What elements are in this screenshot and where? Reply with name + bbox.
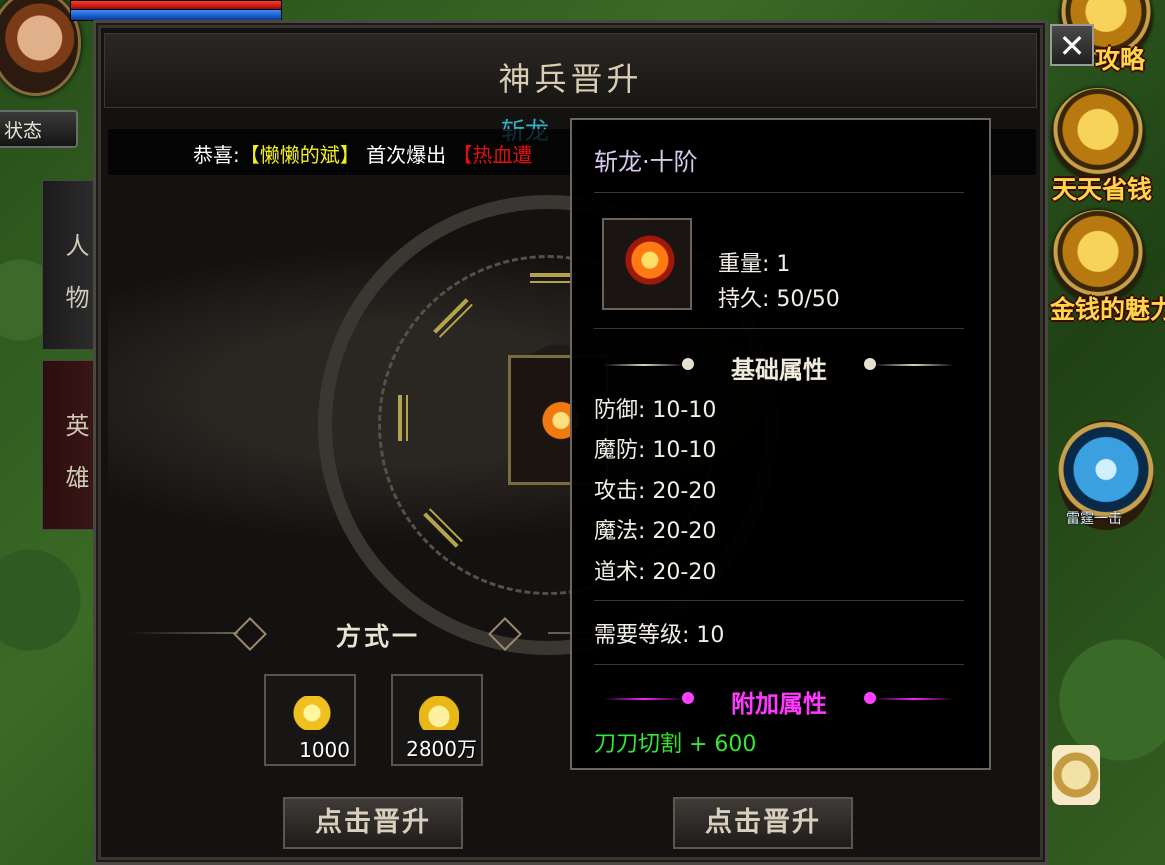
notice-middle: 首次爆出 bbox=[359, 143, 453, 167]
item-tooltip: 斩龙·十阶 重量: 1 持久: 50/50 基础属性 防御: 10-10 魔防:… bbox=[570, 118, 991, 770]
upgrade-button-1[interactable]: 点击晋升 bbox=[283, 797, 463, 849]
base-attributes-label: 基础属性 bbox=[731, 355, 827, 384]
divider bbox=[594, 328, 964, 329]
item-durability: 持久: 50/50 bbox=[718, 287, 840, 312]
cost-quantity: 1000 bbox=[299, 738, 350, 762]
tooltip-item-slot bbox=[602, 218, 692, 310]
divider bbox=[594, 664, 964, 665]
player-avatar[interactable] bbox=[0, 0, 81, 96]
speaker-icon[interactable] bbox=[1052, 745, 1100, 805]
strategy-label[interactable]: 攻略 bbox=[1095, 40, 1145, 76]
extra-stat: 刀刀切割 + 600 bbox=[594, 732, 757, 757]
tab-hero[interactable]: 英雄 bbox=[42, 360, 94, 530]
cost-quantity: 2800万 bbox=[406, 737, 477, 761]
stat-attack: 攻击: 20-20 bbox=[594, 479, 717, 504]
diamond-ornament-icon bbox=[233, 617, 267, 651]
diamond-ornament-icon bbox=[488, 617, 522, 651]
weapon-icon bbox=[618, 234, 676, 292]
stat-magic-defense: 魔防: 10-10 bbox=[594, 438, 717, 463]
extra-attributes-header: 附加属性 bbox=[594, 684, 964, 718]
gold-ingot-icon bbox=[419, 696, 459, 730]
side-tabs: 人物 英雄 bbox=[42, 180, 94, 600]
status-button[interactable]: 状态 bbox=[0, 110, 78, 148]
tooltip-title: 斩龙·十阶 bbox=[594, 148, 698, 176]
stat-defense: 防御: 10-10 bbox=[594, 398, 717, 423]
cost-slot-gold[interactable]: 2800万 bbox=[391, 674, 483, 766]
divider bbox=[128, 632, 238, 634]
panel-title: 神兵晋升 bbox=[498, 60, 643, 98]
close-button[interactable]: ✕ bbox=[1050, 24, 1094, 66]
panel-header: 神兵晋升 bbox=[104, 33, 1037, 108]
skill-label: 雷霆一击 bbox=[1066, 511, 1122, 527]
money-charm-label[interactable]: 金钱的魅力 bbox=[1050, 290, 1165, 326]
save-money-label[interactable]: 天天省钱 bbox=[1052, 170, 1152, 206]
item-weight: 重量: 1 bbox=[718, 252, 791, 277]
stat-magic: 魔法: 20-20 bbox=[594, 519, 717, 544]
notice-player: 【懒懒的斌】 bbox=[239, 143, 360, 167]
method-label: 方式一 bbox=[336, 622, 421, 651]
extra-attributes-label: 附加属性 bbox=[731, 689, 827, 718]
notice-prefix: 恭喜: bbox=[193, 143, 240, 167]
tab-character[interactable]: 人物 bbox=[42, 180, 94, 350]
base-attributes-header: 基础属性 bbox=[594, 350, 964, 384]
notice-item: 【热血遭 bbox=[452, 143, 533, 167]
gold-coins-icon[interactable] bbox=[1052, 88, 1144, 180]
upgrade-button-2[interactable]: 点击晋升 bbox=[673, 797, 853, 849]
gold-ingot-icon[interactable] bbox=[1052, 210, 1144, 302]
gold-shard-icon bbox=[292, 696, 332, 730]
cost-slot-shard[interactable]: 1000 bbox=[264, 674, 356, 766]
divider bbox=[594, 600, 964, 601]
required-level: 需要等级: 10 bbox=[594, 623, 725, 648]
divider bbox=[594, 192, 964, 193]
trigram-icon bbox=[398, 395, 408, 441]
notice-text: 恭喜:【懒懒的斌】 首次爆出 【热血遭 bbox=[193, 139, 532, 168]
stat-taoism: 道术: 20-20 bbox=[594, 560, 717, 585]
